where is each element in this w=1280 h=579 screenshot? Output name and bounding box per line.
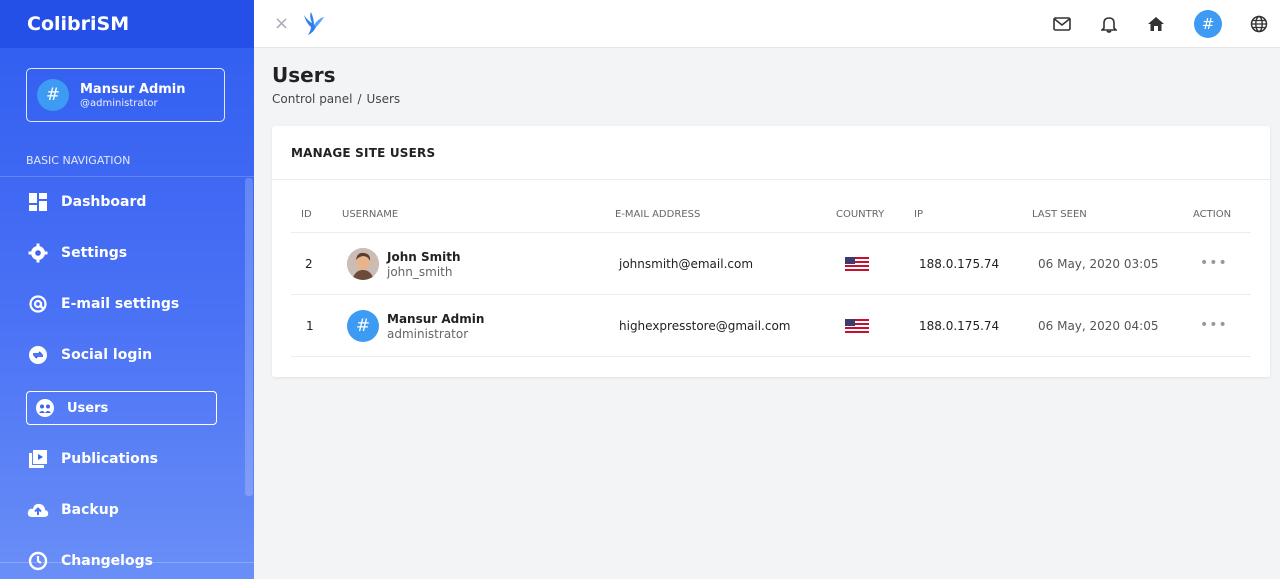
breadcrumb-item-users: Users — [366, 92, 401, 106]
changelogs-icon — [27, 550, 49, 572]
avatar[interactable]: # — [1194, 10, 1222, 38]
user-display-name[interactable]: John Smith — [387, 250, 461, 264]
sidebar-item-publications[interactable]: Publications — [26, 442, 217, 476]
column-header-email: E-MAIL ADDRESS — [615, 209, 701, 220]
sidebar-item-settings[interactable]: Settings — [26, 236, 217, 270]
divider — [0, 562, 254, 563]
user-last-seen: 06 May, 2020 04:05 — [1038, 319, 1159, 333]
mail-icon[interactable] — [1051, 13, 1073, 35]
sidebar-item-label: Dashboard — [61, 194, 147, 210]
user-ip: 188.0.175.74 — [919, 319, 1000, 333]
cloud-upload-icon — [27, 499, 49, 521]
user-id: 2 — [305, 257, 313, 271]
sidebar-item-users[interactable]: Users — [26, 391, 217, 425]
user-username: john_smith — [387, 265, 453, 279]
more-actions-icon[interactable]: ••• — [1200, 317, 1228, 333]
sidebar-item-email-settings[interactable]: E-mail settings — [26, 287, 217, 321]
breadcrumb-separator: / — [357, 92, 362, 106]
column-header-last-seen: LAST SEEN — [1032, 209, 1087, 220]
column-header-username: USERNAME — [342, 209, 399, 220]
sidebar-item-label: Publications — [61, 451, 159, 467]
bell-icon[interactable] — [1098, 13, 1120, 35]
column-header-action: ACTION — [1193, 209, 1232, 220]
nav-heading: BASIC NAVIGATION — [26, 154, 131, 167]
close-icon[interactable]: × — [274, 13, 289, 34]
brand-logo[interactable]: ColibriSM — [0, 0, 254, 48]
divider — [291, 356, 1251, 357]
home-icon[interactable] — [1145, 13, 1167, 35]
sidebar-item-label: E-mail settings — [61, 296, 180, 312]
us-flag-icon — [845, 257, 869, 271]
sidebar-item-changelogs[interactable]: Changelogs — [26, 544, 217, 578]
divider — [291, 232, 1251, 233]
sidebar-item-label: Backup — [61, 502, 119, 518]
user-email: highexpresstore@gmail.com — [619, 319, 791, 333]
more-actions-icon[interactable]: ••• — [1200, 255, 1228, 271]
breadcrumb: Control panel / Users — [272, 92, 400, 106]
column-header-country: COUNTRY — [836, 209, 885, 220]
user-id: 1 — [306, 319, 314, 333]
card-title: MANAGE SITE USERS — [291, 146, 436, 160]
sidebar-item-label: Social login — [61, 347, 153, 363]
user-username: administrator — [387, 327, 469, 341]
sidebar-user-card[interactable]: # Mansur Admin @administrator — [26, 68, 225, 122]
divider — [272, 179, 1270, 180]
sidebar-item-label: Changelogs — [61, 553, 153, 569]
sidebar-item-backup[interactable]: Backup — [26, 493, 217, 527]
divider — [291, 294, 1251, 295]
user-display-name[interactable]: Mansur Admin — [387, 312, 484, 326]
hummingbird-logo-icon[interactable] — [302, 11, 326, 41]
sidebar: ColibriSM # Mansur Admin @administrator … — [0, 0, 254, 579]
user-name: Mansur Admin — [80, 81, 186, 97]
gear-icon — [27, 242, 49, 264]
divider — [0, 176, 254, 177]
users-icon — [34, 397, 56, 419]
user-ip: 188.0.175.74 — [919, 257, 1000, 271]
avatar: # — [37, 79, 69, 111]
us-flag-icon — [845, 319, 869, 333]
publications-icon — [27, 448, 49, 470]
user-email: johnsmith@email.com — [619, 257, 754, 271]
avatar[interactable]: # — [347, 310, 379, 342]
sidebar-item-dashboard[interactable]: Dashboard — [26, 185, 217, 219]
breadcrumb-item-control-panel[interactable]: Control panel — [272, 92, 352, 106]
dashboard-icon — [27, 191, 49, 213]
avatar[interactable] — [347, 248, 379, 280]
user-handle: @administrator — [80, 97, 158, 109]
sidebar-item-label: Users — [67, 400, 109, 416]
sidebar-scrollbar[interactable] — [245, 178, 253, 496]
topbar: × # — [254, 0, 1280, 48]
page-title: Users — [272, 63, 336, 87]
sidebar-item-social-login[interactable]: Social login — [26, 338, 217, 372]
at-icon — [27, 293, 49, 315]
user-last-seen: 06 May, 2020 03:05 — [1038, 257, 1159, 271]
globe-icon[interactable] — [1248, 13, 1270, 35]
column-header-id: ID — [301, 209, 312, 220]
users-card: MANAGE SITE USERS ID USERNAME E-MAIL ADD… — [272, 126, 1270, 377]
social-login-icon — [27, 344, 49, 366]
column-header-ip: IP — [914, 209, 923, 220]
sidebar-item-label: Settings — [61, 245, 128, 261]
